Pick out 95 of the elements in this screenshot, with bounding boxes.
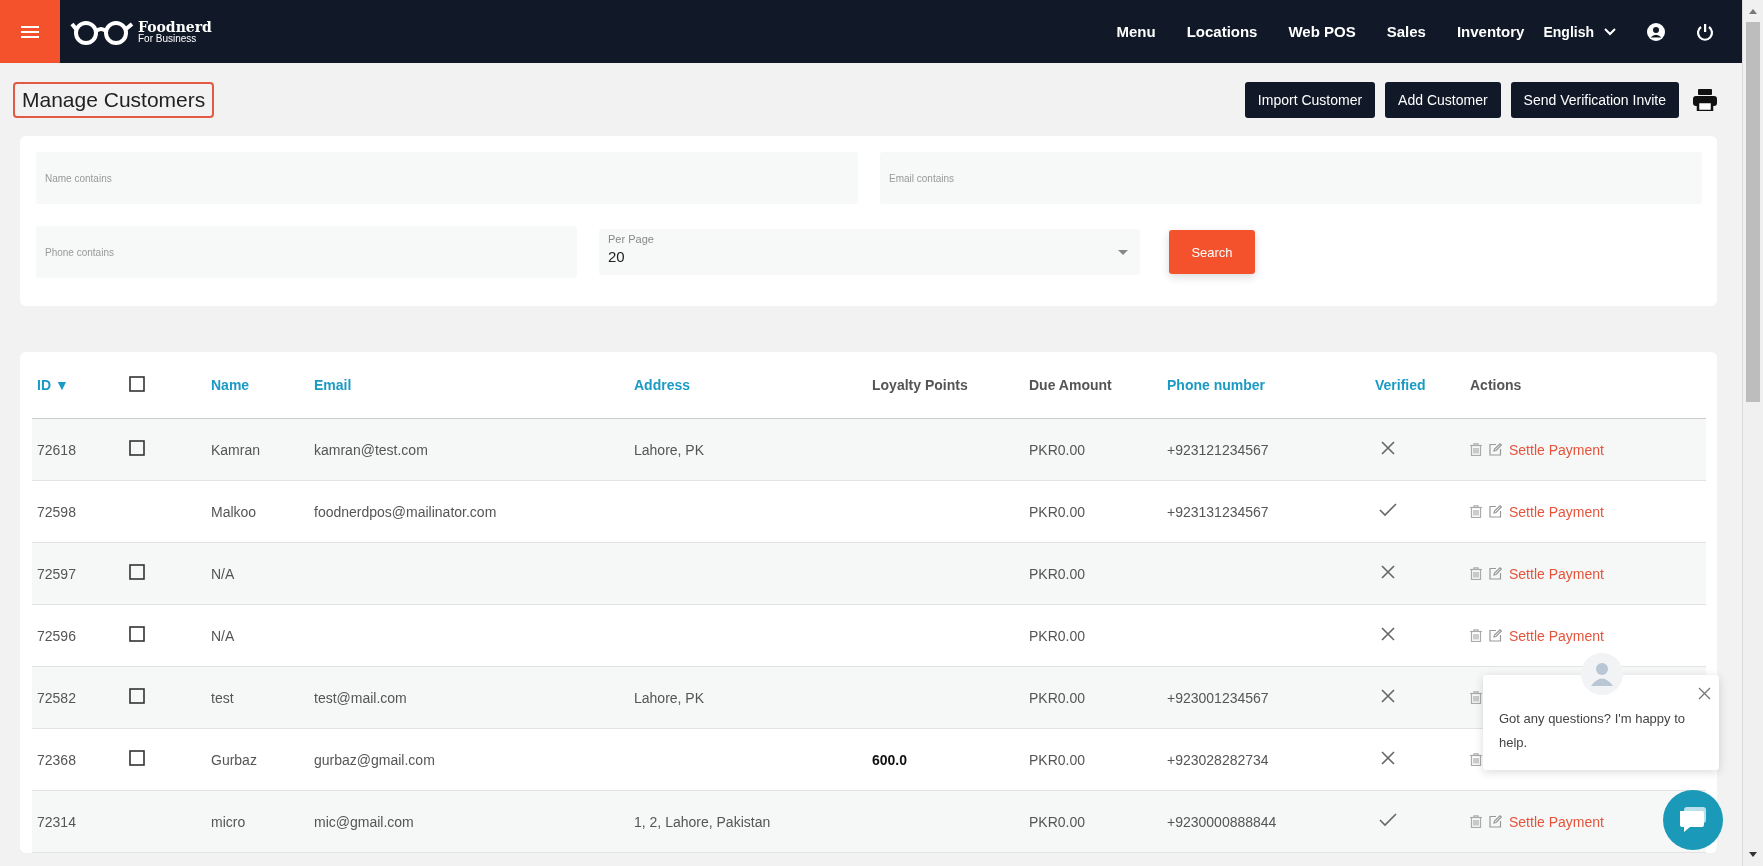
menu-button[interactable] xyxy=(0,0,60,63)
phone-cell: +923131234567 xyxy=(1167,503,1269,520)
phone-cell: +923028282734 xyxy=(1167,751,1269,768)
address-cell: 1, 2, Lahore, Pakistan xyxy=(634,813,771,830)
due-amount-cell: PKR0.00 xyxy=(1029,627,1086,644)
trash-icon[interactable] xyxy=(1470,629,1482,642)
email-cell: kamran@test.com xyxy=(314,441,428,458)
settle-payment-link[interactable]: Settle Payment xyxy=(1509,565,1604,582)
nav-link[interactable]: Web POS xyxy=(1288,23,1356,40)
edit-icon[interactable] xyxy=(1489,505,1502,518)
name-cell: test xyxy=(211,689,234,706)
checkbox[interactable] xyxy=(129,750,145,766)
column-header[interactable]: Verified xyxy=(1375,377,1426,393)
settle-payment-link[interactable]: Settle Payment xyxy=(1509,627,1604,644)
action-button[interactable]: Send Verification Invite xyxy=(1510,81,1679,118)
due-amount-cell: PKR0.00 xyxy=(1029,441,1086,458)
address-cell: Lahore, PK xyxy=(634,441,705,458)
phone-cell: +923121234567 xyxy=(1167,441,1269,458)
chevron-down-icon[interactable] xyxy=(1604,27,1616,36)
edit-icon[interactable] xyxy=(1489,815,1502,828)
settle-payment-link[interactable]: Settle Payment xyxy=(1509,503,1604,520)
email-cell: gurbaz@gmail.com xyxy=(314,751,435,768)
chat-bubble-icon xyxy=(1678,806,1708,834)
search-button[interactable]: Search xyxy=(1169,230,1255,274)
caret-icon xyxy=(1118,250,1128,255)
id-cell: 72582 xyxy=(37,689,76,706)
email-search-field[interactable]: Email contains xyxy=(880,152,1702,204)
phone-search-field[interactable]: Phone contains xyxy=(36,226,577,278)
loyalty-points-cell: 600.0 xyxy=(872,751,908,768)
trash-icon[interactable] xyxy=(1470,753,1482,766)
brand-name: Foodnerd xyxy=(138,19,212,34)
column-header[interactable]: Name xyxy=(211,377,250,393)
action-button[interactable]: Import Customer xyxy=(1244,81,1376,118)
language-selector[interactable]: English xyxy=(1543,23,1594,40)
nav-link[interactable]: Sales xyxy=(1386,23,1426,40)
glasses-logo-icon xyxy=(70,18,134,45)
due-amount-cell: PKR0.00 xyxy=(1029,813,1086,830)
column-header: Loyalty Points xyxy=(872,377,968,393)
edit-icon[interactable] xyxy=(1489,567,1502,580)
edit-icon[interactable] xyxy=(1489,629,1502,642)
nav-link[interactable]: Menu xyxy=(1116,23,1156,40)
due-amount-cell: PKR0.00 xyxy=(1029,689,1086,706)
checkbox[interactable] xyxy=(129,564,145,580)
settle-payment-link[interactable]: Settle Payment xyxy=(1509,441,1604,458)
trash-icon[interactable] xyxy=(1470,691,1482,704)
due-amount-cell: PKR0.00 xyxy=(1029,565,1086,582)
trash-icon[interactable] xyxy=(1470,815,1482,828)
name-cell: Malkoo xyxy=(211,503,257,520)
nav-link[interactable]: Inventory xyxy=(1456,23,1525,40)
id-cell: 72618 xyxy=(37,441,76,458)
trash-icon[interactable] xyxy=(1470,443,1482,456)
menu-icon xyxy=(21,24,39,39)
name-search-field[interactable]: Name contains xyxy=(36,152,858,204)
chat-message: Got any questions? I'm happy to help. xyxy=(1499,711,1686,750)
id-cell: 72314 xyxy=(37,813,76,830)
name-cell: N/A xyxy=(211,565,235,582)
due-amount-cell: PKR0.00 xyxy=(1029,751,1086,768)
id-cell: 72597 xyxy=(37,565,76,582)
column-header[interactable]: ID ▼ xyxy=(37,377,69,393)
column-header[interactable]: Email xyxy=(314,377,352,393)
name-cell: Kamran xyxy=(211,441,261,458)
name-cell: Gurbaz xyxy=(211,751,257,768)
action-button[interactable]: Add Customer xyxy=(1385,81,1501,118)
print-icon[interactable] xyxy=(1693,88,1717,111)
email-cell: mic@gmail.com xyxy=(314,813,414,830)
checkbox[interactable] xyxy=(129,440,145,456)
name-cell: micro xyxy=(211,813,246,830)
column-header: Actions xyxy=(1470,377,1522,393)
trash-icon[interactable] xyxy=(1470,567,1482,580)
email-cell: test@mail.com xyxy=(314,689,407,706)
trash-icon[interactable] xyxy=(1470,505,1482,518)
brand-tagline: For Business xyxy=(138,33,198,44)
column-header[interactable]: Phone number xyxy=(1167,377,1265,393)
email-cell: foodnerdpos@mailinator.com xyxy=(314,503,497,520)
phone-cell: +923001234567 xyxy=(1167,689,1269,706)
id-cell: 72368 xyxy=(37,751,76,768)
column-header: Due Amount xyxy=(1029,377,1112,393)
id-cell: 72598 xyxy=(37,503,76,520)
nav-link[interactable]: Locations xyxy=(1186,23,1258,40)
phone-cell: +9230000888844 xyxy=(1167,813,1277,830)
id-cell: 72596 xyxy=(37,627,76,644)
checkbox[interactable] xyxy=(129,375,145,392)
user-icon[interactable] xyxy=(1647,22,1665,41)
checkbox[interactable] xyxy=(129,688,145,704)
due-amount-cell: PKR0.00 xyxy=(1029,503,1086,520)
address-cell: Lahore, PK xyxy=(634,689,705,706)
checkbox[interactable] xyxy=(129,626,145,642)
power-icon[interactable] xyxy=(1696,22,1714,41)
edit-icon[interactable] xyxy=(1489,443,1502,456)
per-page-select[interactable]: Per Page 20 xyxy=(599,229,1140,275)
page-title: Manage Customers xyxy=(13,81,215,118)
close-icon[interactable] xyxy=(1698,687,1711,700)
name-cell: N/A xyxy=(211,627,235,644)
column-header[interactable]: Address xyxy=(634,377,691,393)
settle-payment-link[interactable]: Settle Payment xyxy=(1509,813,1604,830)
